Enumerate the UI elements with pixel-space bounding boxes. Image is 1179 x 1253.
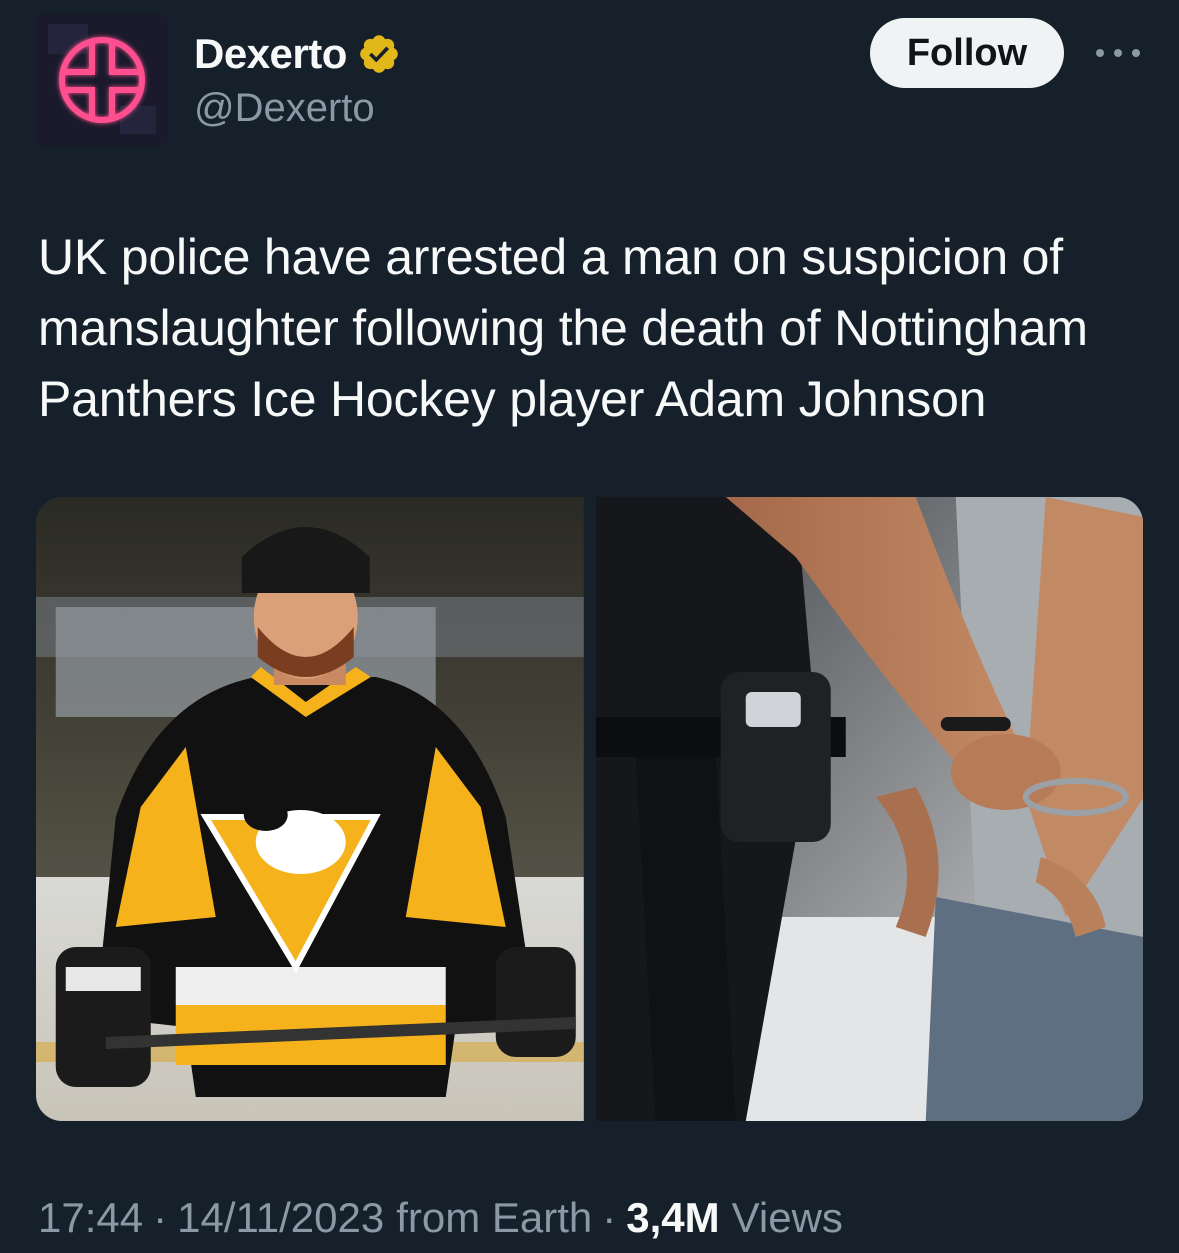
hockey-player-photo-icon xyxy=(36,497,584,1121)
media-photo-arrest[interactable] xyxy=(595,497,1143,1121)
dexerto-logo-icon xyxy=(36,14,168,146)
tweet-time[interactable]: 17:44 xyxy=(38,1194,143,1242)
media-grid xyxy=(36,497,1143,1121)
media-photo-hockey-player[interactable] xyxy=(36,497,584,1121)
author-handle[interactable]: @Dexerto xyxy=(194,86,375,131)
handcuffs-arrest-photo-icon xyxy=(595,497,1143,1121)
author-name-row[interactable]: Dexerto xyxy=(194,28,401,80)
verified-badge-icon xyxy=(360,35,398,73)
follow-button[interactable]: Follow xyxy=(870,18,1064,88)
more-dot xyxy=(1114,49,1122,57)
more-dot xyxy=(1096,49,1104,57)
tweet-source: from Earth xyxy=(396,1194,593,1241)
more-dot xyxy=(1132,49,1140,57)
tweet-meta: 17:44 · 14/11/2023 from Earth · 3,4M Vie… xyxy=(38,1190,843,1246)
tweet-card: Dexerto @Dexerto Follow UK police have a… xyxy=(0,0,1179,1253)
tweet-date[interactable]: 14/11/2023 xyxy=(177,1194,384,1242)
views-count[interactable]: 3,4M xyxy=(626,1194,719,1242)
avatar[interactable] xyxy=(36,14,168,146)
views-label: Views xyxy=(731,1194,843,1241)
tweet-text: UK police have arrested a man on suspici… xyxy=(38,229,1088,427)
separator-dot: · xyxy=(153,1194,168,1241)
display-name[interactable]: Dexerto xyxy=(194,30,347,78)
more-horizontal-icon[interactable] xyxy=(1090,36,1146,70)
separator-dot: · xyxy=(602,1194,617,1241)
